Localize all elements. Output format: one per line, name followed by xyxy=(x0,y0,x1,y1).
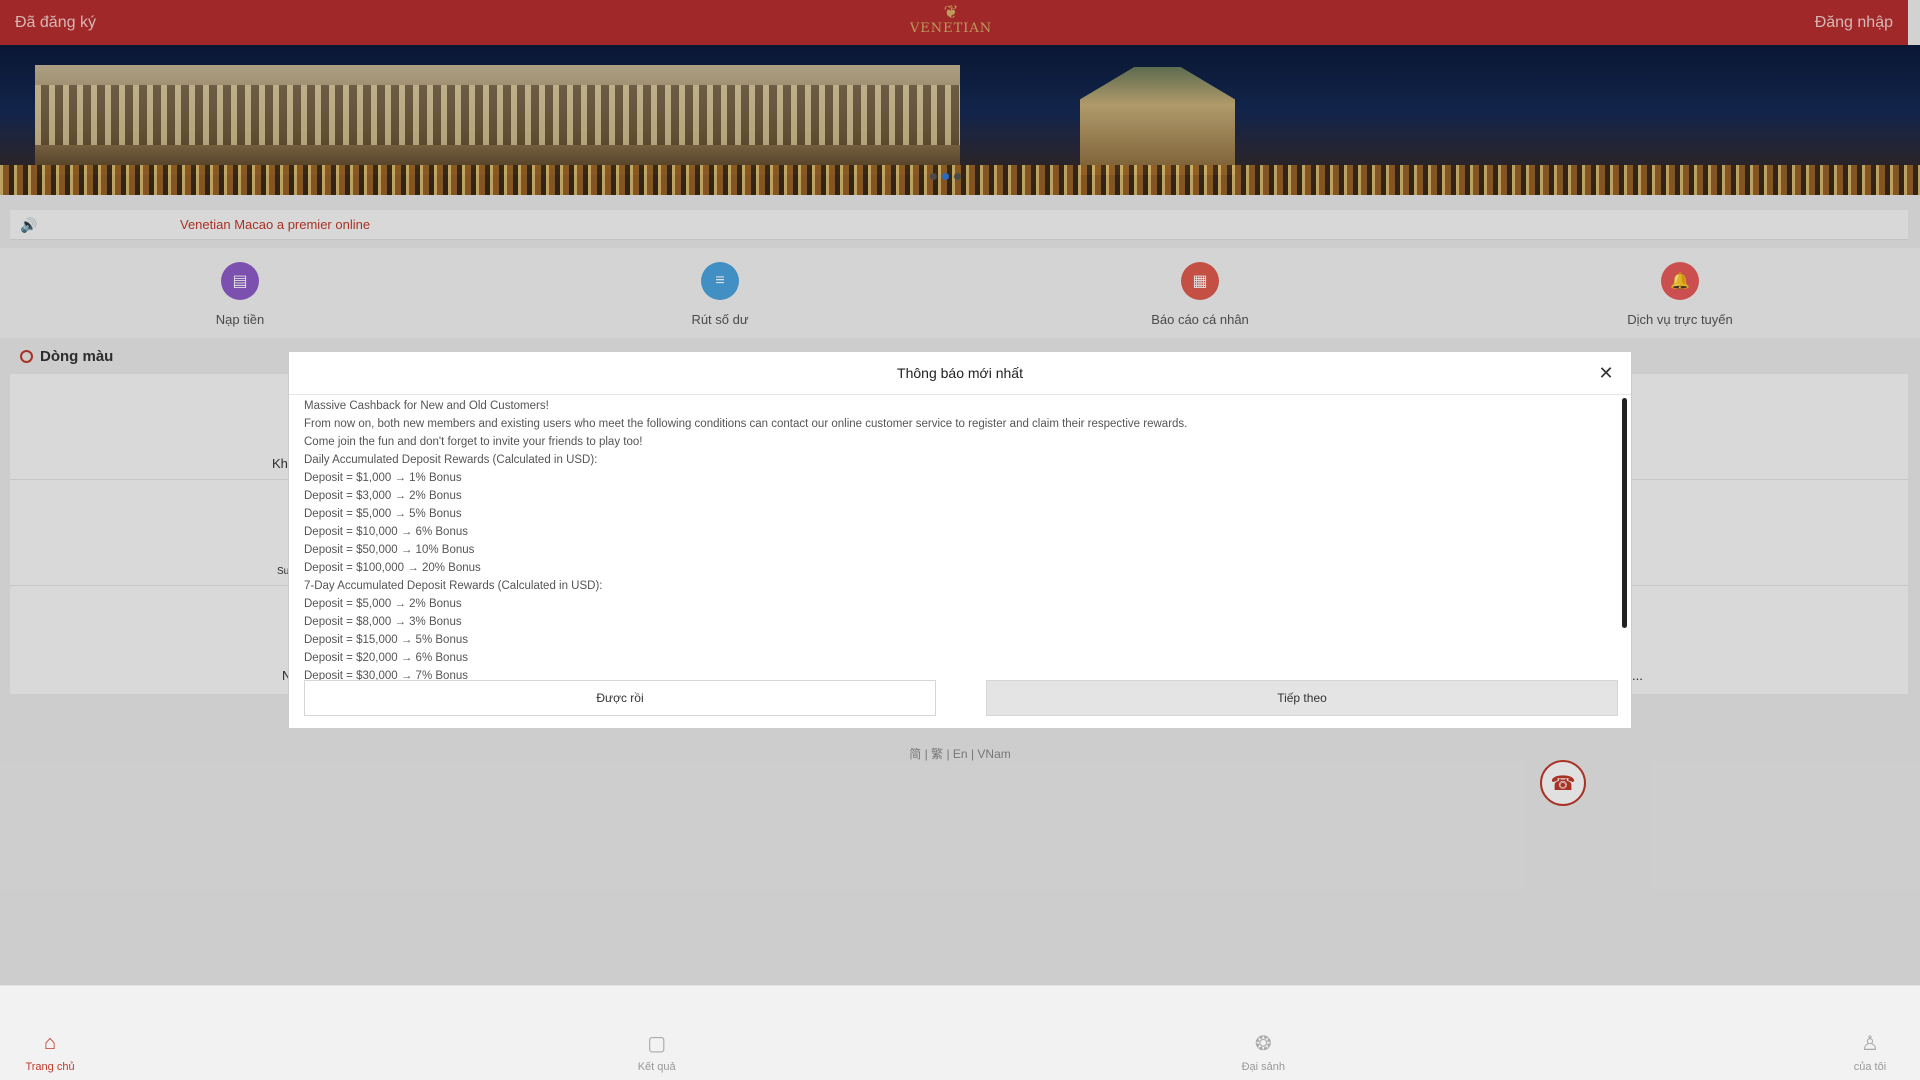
modal-line: 7-Day Accumulated Deposit Rewards (Calcu… xyxy=(304,580,603,592)
nav-label: Trang chủ xyxy=(25,1061,75,1073)
modal-line: Massive Cashback for New and Old Custome… xyxy=(304,400,549,412)
results-icon: ▢ xyxy=(647,1032,667,1055)
next-button[interactable]: Tiếp theo xyxy=(986,680,1618,716)
modal-line: Daily Accumulated Deposit Rewards (Calcu… xyxy=(304,454,598,466)
nav-lobby[interactable]: ❂ Đại sảnh xyxy=(1228,986,1298,1080)
modal-line: Come join the fun and don't forget to in… xyxy=(304,436,643,448)
ok-button[interactable]: Được rồi xyxy=(304,680,936,716)
modal-line: Deposit = $50,000 → 10% Bonus xyxy=(304,544,475,556)
nav-label: Đại sảnh xyxy=(1241,1061,1286,1073)
nav-home[interactable]: ⌂ Trang chủ xyxy=(15,986,85,1080)
modal-line: From now on, both new members and existi… xyxy=(304,418,1188,430)
modal-line: Deposit = $5,000 → 2% Bonus xyxy=(304,598,462,610)
lobby-icon: ❂ xyxy=(1254,1032,1272,1055)
modal-scrollbar[interactable] xyxy=(1622,398,1627,628)
nav-label: Kết quả xyxy=(637,1061,676,1073)
nav-results[interactable]: ▢ Kết quả xyxy=(622,986,692,1080)
modal-footer: Được rồi Tiếp theo xyxy=(304,680,1618,716)
modal-title: Thông báo mới nhất xyxy=(897,365,1023,381)
modal-body[interactable]: Massive Cashback for New and Old Custome… xyxy=(289,395,1631,682)
bottom-nav: ⌂ Trang chủ ▢ Kết quả ❂ Đại sảnh ♙ của t… xyxy=(0,985,1920,1080)
modal-line: Deposit = $10,000 → 6% Bonus xyxy=(304,526,468,538)
modal-line: Deposit = $8,000 → 3% Bonus xyxy=(304,616,462,628)
announcement-modal: Thông báo mới nhất ✕ Massive Cashback fo… xyxy=(288,351,1632,729)
modal-line: Deposit = $20,000 → 6% Bonus xyxy=(304,652,468,664)
modal-line: Deposit = $5,000 → 5% Bonus xyxy=(304,508,462,520)
modal-header: Thông báo mới nhất ✕ xyxy=(289,352,1631,395)
modal-line: Deposit = $15,000 → 5% Bonus xyxy=(304,634,468,646)
nav-profile[interactable]: ♙ của tôi xyxy=(1835,986,1905,1080)
modal-line: Deposit = $1,000 → 1% Bonus xyxy=(304,472,462,484)
close-icon[interactable]: ✕ xyxy=(1597,364,1615,382)
home-icon: ⌂ xyxy=(43,1031,57,1054)
user-icon: ♙ xyxy=(1861,1032,1879,1055)
modal-line: Deposit = $3,000 → 2% Bonus xyxy=(304,490,462,502)
nav-label: của tôi xyxy=(1853,1061,1887,1073)
modal-line: Deposit = $100,000 → 20% Bonus xyxy=(304,562,481,574)
